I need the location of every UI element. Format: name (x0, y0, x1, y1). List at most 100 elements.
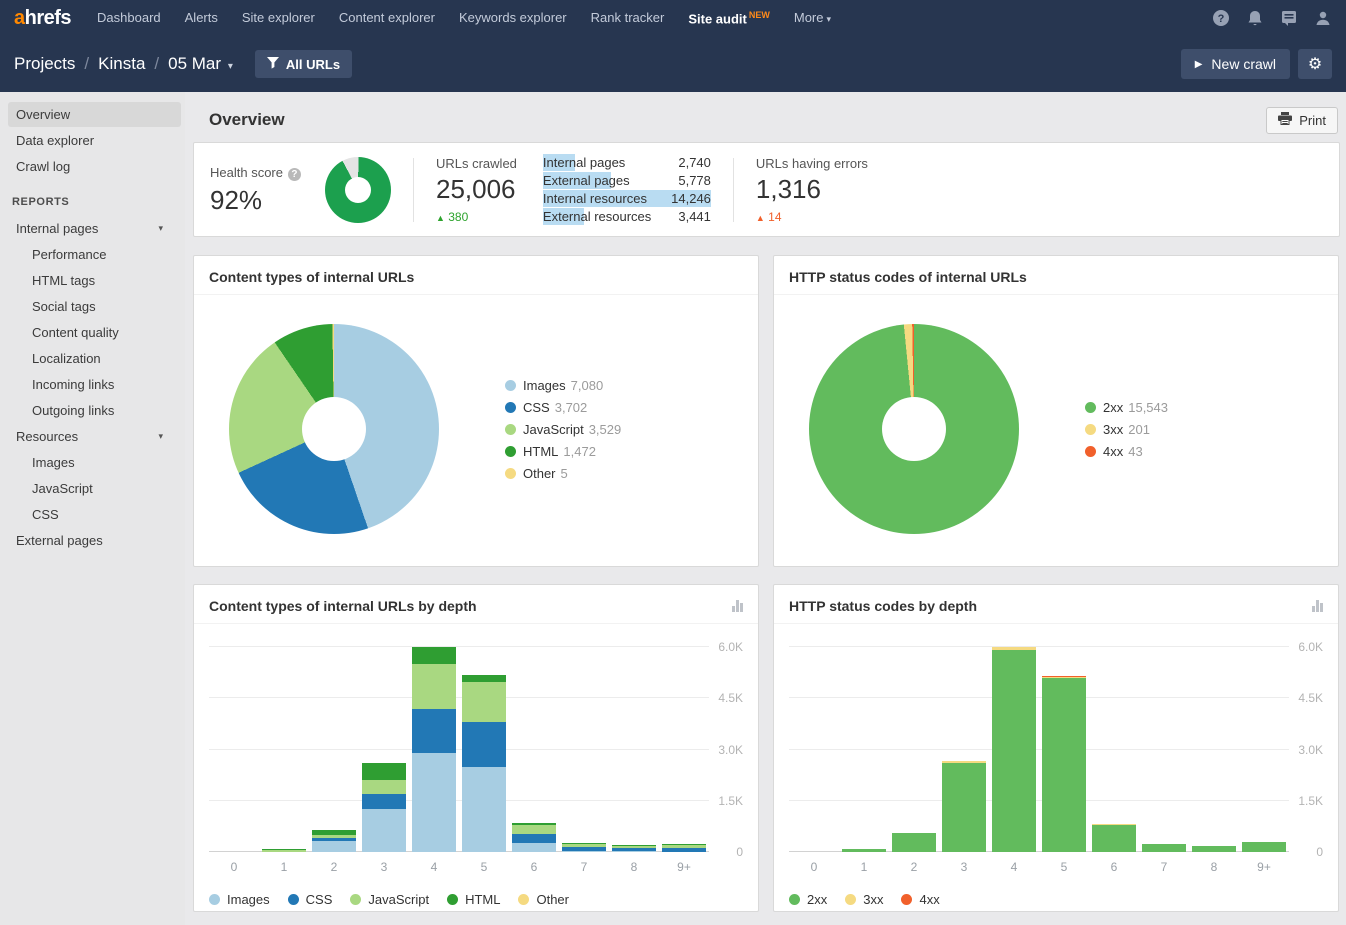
legend-item-css[interactable]: CSS3,702 (505, 400, 621, 415)
bar-stack-depth-2[interactable] (312, 829, 356, 852)
bar-stack-depth-9+[interactable] (1242, 842, 1286, 852)
legend-item-html[interactable]: HTML1,472 (505, 444, 621, 459)
bar-stack-depth-8[interactable] (1192, 845, 1236, 852)
bar-stack-depth-5[interactable] (1042, 676, 1086, 852)
bar-stack-depth-1[interactable] (842, 848, 886, 852)
bar-stack-depth-7[interactable] (562, 842, 606, 852)
sidebar-item-content-quality[interactable]: Content quality (8, 320, 181, 345)
legend-item-2xx[interactable]: 2xx15,543 (1085, 400, 1168, 415)
nav-item-content-explorer[interactable]: Content explorer (339, 10, 435, 25)
bar-stack-depth-5[interactable] (462, 675, 506, 852)
legend-item-images[interactable]: Images7,080 (505, 378, 621, 393)
bar-stack-depth-6[interactable] (1092, 824, 1136, 852)
sidebar-item-javascript[interactable]: JavaScript (8, 476, 181, 501)
bar-stack-depth-3[interactable] (362, 762, 406, 852)
crawl-settings-button[interactable]: ⚙ (1298, 49, 1332, 79)
sidebar-item-images[interactable]: Images (8, 450, 181, 475)
breakdown-row: Internal pages2,740 (543, 154, 711, 171)
legend-item-css[interactable]: CSS (288, 892, 333, 907)
breadcrumb-item-05-mar[interactable]: 05 Mar ▾ (168, 54, 233, 74)
nav-item-dashboard[interactable]: Dashboard (97, 10, 161, 25)
print-label: Print (1299, 113, 1326, 128)
chart-title-row: Content types of internal URLs by depth (194, 585, 758, 624)
sidebar-item-overview[interactable]: Overview (8, 102, 181, 127)
health-score-donut[interactable] (325, 157, 391, 223)
nav-item-site-audit[interactable]: Site auditNEW (688, 10, 770, 26)
new-crawl-button[interactable]: ▶ New crawl (1181, 49, 1290, 79)
notifications-icon[interactable] (1246, 9, 1264, 27)
nav-item-alerts[interactable]: Alerts (185, 10, 218, 25)
sidebar-item-social-tags[interactable]: Social tags (8, 294, 181, 319)
gridline (209, 697, 709, 698)
sidebar-item-internal-pages[interactable]: Internal pages▾ (8, 216, 181, 241)
sidebar-item-external-pages[interactable]: External pages (8, 528, 181, 553)
print-button[interactable]: Print (1266, 107, 1338, 134)
sidebar-item-crawl-log[interactable]: Crawl log (8, 154, 181, 179)
bar-stack-depth-4[interactable] (992, 647, 1036, 852)
legend-label: Images (523, 378, 566, 393)
sidebar-item-css[interactable]: CSS (8, 502, 181, 527)
help-tooltip-icon[interactable]: ? (288, 168, 301, 181)
bar-stack-depth-7[interactable] (1142, 844, 1186, 852)
legend-item-html[interactable]: HTML (447, 892, 500, 907)
legend-item-4xx[interactable]: 4xx (901, 892, 939, 907)
bar-stack-depth-8[interactable] (612, 844, 656, 852)
sidebar-item-html-tags[interactable]: HTML tags (8, 268, 181, 293)
bar-segment-images (362, 809, 406, 852)
legend-item-images[interactable]: Images (209, 892, 270, 907)
account-icon[interactable] (1314, 9, 1332, 27)
legend-dot-icon (447, 894, 458, 905)
ahrefs-logo[interactable]: ahrefs (14, 7, 71, 30)
legend-label: 2xx (807, 892, 827, 907)
bar-chart-icon[interactable] (732, 600, 743, 612)
x-tick-label: 3 (939, 860, 989, 874)
bar-stack-depth-9+[interactable] (662, 843, 706, 852)
filter-funnel-icon (267, 57, 279, 72)
y-axis-labels: 01.5K3.0K4.5K6.0K (711, 647, 743, 852)
sidebar-item-resources[interactable]: Resources▾ (8, 424, 181, 449)
status-codes-donut-card: HTTP status codes of internal URLs2xx15,… (773, 255, 1339, 567)
x-tick-label: 9+ (1239, 860, 1289, 874)
nav-item-site-explorer[interactable]: Site explorer (242, 10, 315, 25)
donut-chart[interactable] (809, 324, 1019, 534)
breadcrumb-item-kinsta[interactable]: Kinsta (98, 54, 145, 74)
legend-value: 5 (561, 466, 568, 481)
breakdown-row: External resources3,441 (543, 208, 711, 225)
bar-stack-depth-2[interactable] (892, 832, 936, 852)
legend-item-javascript[interactable]: JavaScript (350, 892, 429, 907)
nav-item-rank-tracker[interactable]: Rank tracker (591, 10, 665, 25)
sidebar-item-outgoing-links[interactable]: Outgoing links (8, 398, 181, 423)
sidebar-item-localization[interactable]: Localization (8, 346, 181, 371)
legend-dot-icon (518, 894, 529, 905)
all-urls-filter-button[interactable]: All URLs (255, 50, 352, 78)
legend-item-3xx[interactable]: 3xx201 (1085, 422, 1168, 437)
donut-chart[interactable] (229, 324, 439, 534)
nav-item-label: Site explorer (242, 10, 315, 25)
health-score-value: 92% (210, 185, 301, 216)
breadcrumb-item-projects[interactable]: Projects (14, 54, 75, 74)
bar-stack-depth-4[interactable] (412, 646, 456, 852)
sidebar-item-data-explorer[interactable]: Data explorer (8, 128, 181, 153)
legend-item-3xx[interactable]: 3xx (845, 892, 883, 907)
sidebar-item-incoming-links[interactable]: Incoming links (8, 372, 181, 397)
feedback-icon[interactable] (1280, 9, 1298, 27)
bar-stack-depth-3[interactable] (942, 760, 986, 852)
x-tick-label: 8 (609, 860, 659, 874)
legend-item-4xx[interactable]: 4xx43 (1085, 444, 1168, 459)
bar-stack-depth-6[interactable] (512, 823, 556, 852)
legend-item-other[interactable]: Other (518, 892, 569, 907)
legend-item-javascript[interactable]: JavaScript3,529 (505, 422, 621, 437)
nav-item-more[interactable]: More▾ (794, 10, 831, 25)
sidebar-item-performance[interactable]: Performance (8, 242, 181, 267)
legend-dot-icon (505, 380, 516, 391)
x-axis-labels: 0123456789+ (209, 860, 709, 876)
nav-item-keywords-explorer[interactable]: Keywords explorer (459, 10, 567, 25)
urls-crawled-stat: URLs crawled 25,006 ▲ 380 (436, 156, 517, 224)
legend-dot-icon (1085, 446, 1096, 457)
help-icon[interactable]: ? (1212, 9, 1230, 27)
bar-stack-depth-0[interactable] (212, 851, 256, 852)
legend-item-2xx[interactable]: 2xx (789, 892, 827, 907)
legend-item-other[interactable]: Other5 (505, 466, 621, 481)
bar-chart-icon[interactable] (1312, 600, 1323, 612)
bar-stack-depth-1[interactable] (262, 848, 306, 852)
